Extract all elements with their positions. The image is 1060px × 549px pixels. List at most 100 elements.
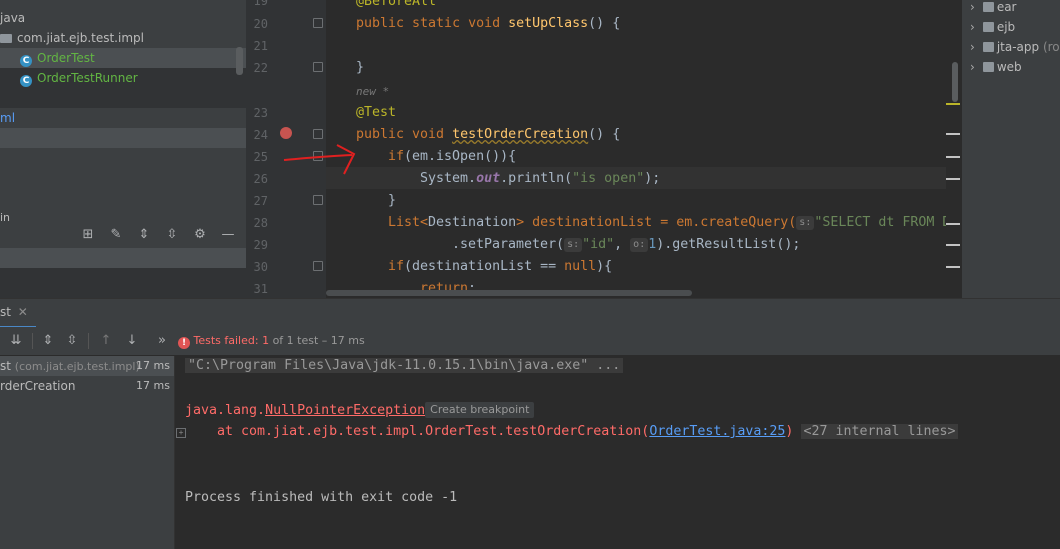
fold-marker-icon[interactable] [313, 62, 323, 72]
code-line: public void testOrderCreation() { [356, 127, 621, 142]
exception-link[interactable]: NullPointerException [265, 403, 425, 418]
line-number: 24 [253, 128, 268, 142]
tree-item-ejb[interactable]: › ejb [970, 17, 1015, 37]
chevron-right-icon: › [970, 0, 975, 14]
code-line: @BeforeAll [356, 0, 437, 9]
sort-icon[interactable]: ⇊ [6, 332, 26, 350]
line-number: 28 [253, 216, 268, 230]
module-icon [982, 22, 994, 32]
line-number: 29 [253, 238, 268, 252]
module-icon [982, 62, 994, 72]
edit-icon[interactable]: ✎ [106, 226, 126, 244]
code-line: .setParameter(s: "id", o: 1).getResultList… [452, 237, 801, 252]
left-toolbar: ⊞ ✎ ⇕ ⇳ ⚙ — [78, 226, 238, 244]
code-line: if(em.isOpen()){ [388, 149, 517, 164]
stripe-mark[interactable] [946, 133, 960, 135]
red-arrow-annotation [283, 144, 356, 175]
tree-item-label: ml [0, 111, 16, 125]
tree-item-ear[interactable]: › ear [970, 0, 1016, 17]
test-class-row[interactable]: st (com.jiat.ejb.test.impl) 17 ms [0, 356, 174, 376]
line-number: 26 [253, 172, 268, 186]
stripe-mark[interactable] [946, 223, 960, 225]
left-tool-panel: ⊞ ✎ ⇕ ⇳ ⚙ — [0, 222, 246, 298]
close-icon[interactable]: ✕ [18, 305, 28, 319]
fold-marker-icon[interactable] [313, 261, 323, 271]
run-test-failed-icon[interactable] [280, 127, 292, 139]
collapse-all-icon[interactable]: ⇳ [62, 332, 82, 350]
tree-item-jta-app[interactable]: › jta-app (ro [970, 37, 1060, 57]
error-icon: ! [178, 337, 190, 349]
fold-marker-icon[interactable] [313, 129, 323, 139]
console-output[interactable]: "C:\Program Files\Java\jdk-11.0.15.1\bin… [175, 356, 1060, 549]
scrollbar[interactable] [236, 47, 243, 75]
code-vision-hint[interactable]: new * [356, 85, 389, 98]
divider [88, 333, 89, 349]
collapse-all-icon[interactable]: ⇳ [162, 226, 182, 244]
expand-all-icon[interactable]: ⇕ [38, 332, 58, 350]
fold-marker-icon[interactable] [313, 18, 323, 28]
stripe-mark[interactable] [946, 103, 960, 105]
console-trace-line: at com.jiat.ejb.test.impl.OrderTest.test… [185, 424, 958, 439]
module-icon [982, 42, 994, 52]
code-line: } [388, 193, 397, 208]
source-link[interactable]: OrderTest.java:25 [649, 424, 785, 439]
tree-item-label: OrderTestRunner [37, 71, 138, 85]
tree-item-label: in [0, 211, 11, 222]
line-number: 27 [253, 194, 268, 208]
stripe-mark[interactable] [946, 244, 960, 246]
minimize-icon[interactable]: — [218, 226, 238, 244]
line-number: 30 [253, 260, 268, 274]
console-exit-line: Process finished with exit code -1 [185, 490, 458, 505]
test-method-row[interactable]: rderCreation 17 ms [0, 376, 174, 396]
tree-item-label: OrderTest [37, 51, 95, 65]
right-project-tree: › ear › ejb › jta-app (ro › web [962, 0, 1060, 298]
code-line: System.out.println("is open"); [420, 171, 661, 186]
chevron-right-icon: › [970, 20, 975, 34]
code-editor[interactable]: 19 20 21 22 23 24 25 26 27 28 29 30 31 @… [246, 0, 962, 298]
line-number: 19 [253, 0, 268, 8]
run-toolbar: ⇊ ⇕ ⇳ ↑ ↓ » ! Tests failed: 1 of 1 test … [0, 327, 1060, 356]
test-status: ! Tests failed: 1 of 1 test – 17 ms [178, 333, 365, 349]
line-number: 25 [253, 150, 268, 164]
line-number: 31 [253, 282, 268, 296]
fold-marker-icon[interactable] [313, 195, 323, 205]
expand-all-icon[interactable]: ⇕ [134, 226, 154, 244]
stripe-mark[interactable] [946, 266, 960, 268]
line-number: 21 [253, 39, 268, 53]
console-command-line[interactable]: "C:\Program Files\Java\jdk-11.0.15.1\bin… [185, 358, 624, 373]
arrow-up-icon[interactable]: ↑ [96, 332, 116, 350]
scrollbar-thumb[interactable] [952, 62, 958, 102]
class-icon: C [20, 55, 32, 67]
line-number: 22 [253, 61, 268, 75]
run-tab-bar: st ✕ [0, 298, 1060, 328]
gear-icon[interactable]: ⚙ [190, 226, 210, 244]
tree-item-selected-blank[interactable] [0, 128, 246, 148]
horizontal-scrollbar[interactable] [326, 290, 692, 296]
tree-item-in[interactable]: in [0, 208, 246, 222]
tree-item-web[interactable]: › web [970, 57, 1022, 77]
tree-item-ordertestrunner[interactable]: C OrderTestRunner [0, 68, 246, 108]
tree-item-package[interactable]: com.jiat.ejb.test.impl [0, 28, 246, 48]
stripe-mark[interactable] [946, 156, 960, 158]
panel-area [0, 268, 246, 298]
divider [32, 333, 33, 349]
tree-item-ml[interactable]: ml [0, 108, 246, 128]
arrow-down-icon[interactable]: ↓ [122, 332, 142, 350]
tree-item-ordertest[interactable]: C OrderTest [0, 48, 246, 68]
code-line: List<Destination> destinationList = em.c… [388, 215, 959, 230]
add-icon[interactable]: ⊞ [78, 226, 98, 244]
error-stripe[interactable] [946, 0, 962, 298]
run-tab[interactable]: st ✕ [0, 299, 36, 328]
code-line: if(destinationList == null){ [388, 259, 613, 274]
stripe-mark[interactable] [946, 178, 960, 180]
class-icon: C [20, 75, 32, 87]
internal-lines-fold[interactable]: <27 internal lines> [801, 424, 958, 439]
more-icon[interactable]: » [152, 332, 172, 350]
line-number: 23 [253, 106, 268, 120]
selected-row[interactable] [0, 248, 246, 268]
tree-item-label: java [0, 11, 26, 25]
console-exception-line: java.lang.NullPointerException Create bre… [185, 402, 535, 418]
tree-item-java[interactable]: java [0, 8, 246, 28]
chevron-right-icon: › [970, 40, 975, 54]
create-breakpoint-button[interactable]: Create breakpoint [425, 402, 535, 418]
